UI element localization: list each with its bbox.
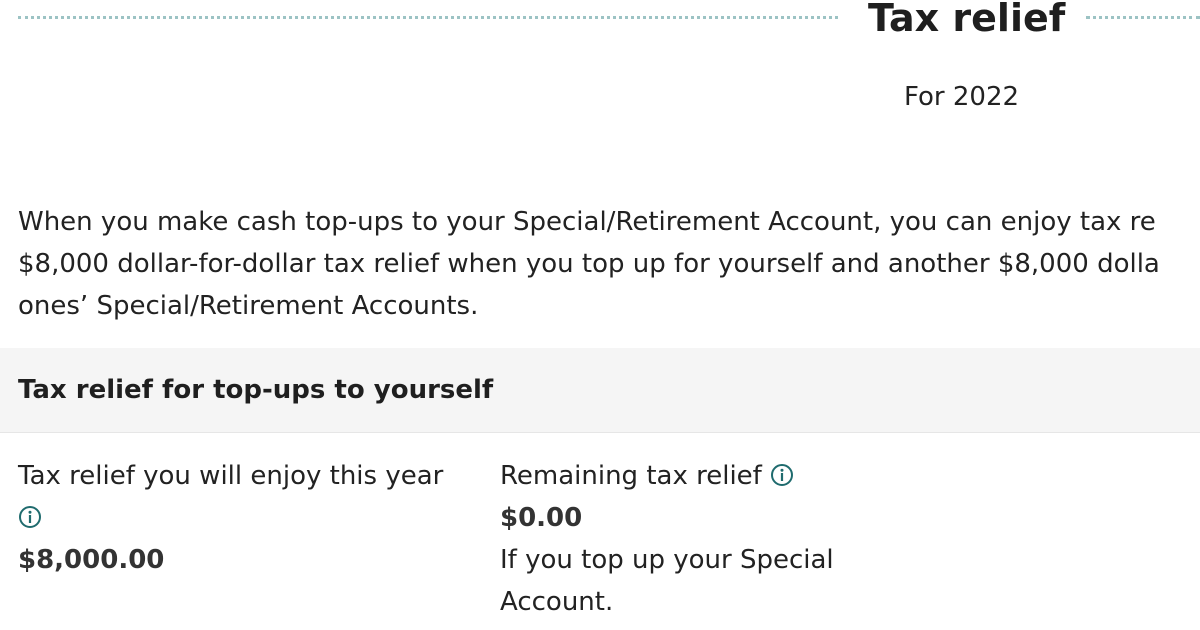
tax-relief-this-year-panel: Tax relief you will enjoy this year $8,0…: [18, 455, 468, 581]
tax-relief-this-year-label: Tax relief you will enjoy this year: [18, 461, 444, 491]
info-icon[interactable]: [770, 463, 794, 487]
intro-line: When you make cash top-ups to your Speci…: [18, 207, 1156, 237]
intro-paragraph: When you make cash top-ups to your Speci…: [18, 201, 1200, 327]
remaining-tax-relief-note: If you top up your Special: [500, 545, 834, 575]
remaining-tax-relief-value: $0.00: [500, 503, 583, 533]
dotted-divider-left: [18, 16, 838, 19]
page: Tax relief For 2022 When you make cash t…: [0, 0, 1200, 630]
intro-line: ones’ Special/Retirement Accounts.: [18, 291, 479, 321]
section-header: Tax relief for top-ups to yourself: [0, 348, 1200, 433]
page-subtitle: For 2022: [904, 82, 1020, 112]
remaining-tax-relief-note: Account.: [500, 587, 614, 617]
page-title: Tax relief: [868, 0, 1066, 40]
dotted-divider-right: [1086, 16, 1200, 19]
intro-line: $8,000 dollar-for-dollar tax relief when…: [18, 249, 1160, 279]
info-icon[interactable]: [18, 505, 42, 529]
section-title: Tax relief for top-ups to yourself: [18, 375, 494, 405]
remaining-tax-relief-panel: Remaining tax relief $0.00 If you top up…: [500, 455, 880, 623]
tax-relief-this-year-value: $8,000.00: [18, 545, 165, 575]
remaining-tax-relief-label: Remaining tax relief: [500, 461, 762, 491]
header: Tax relief: [0, 0, 1200, 40]
